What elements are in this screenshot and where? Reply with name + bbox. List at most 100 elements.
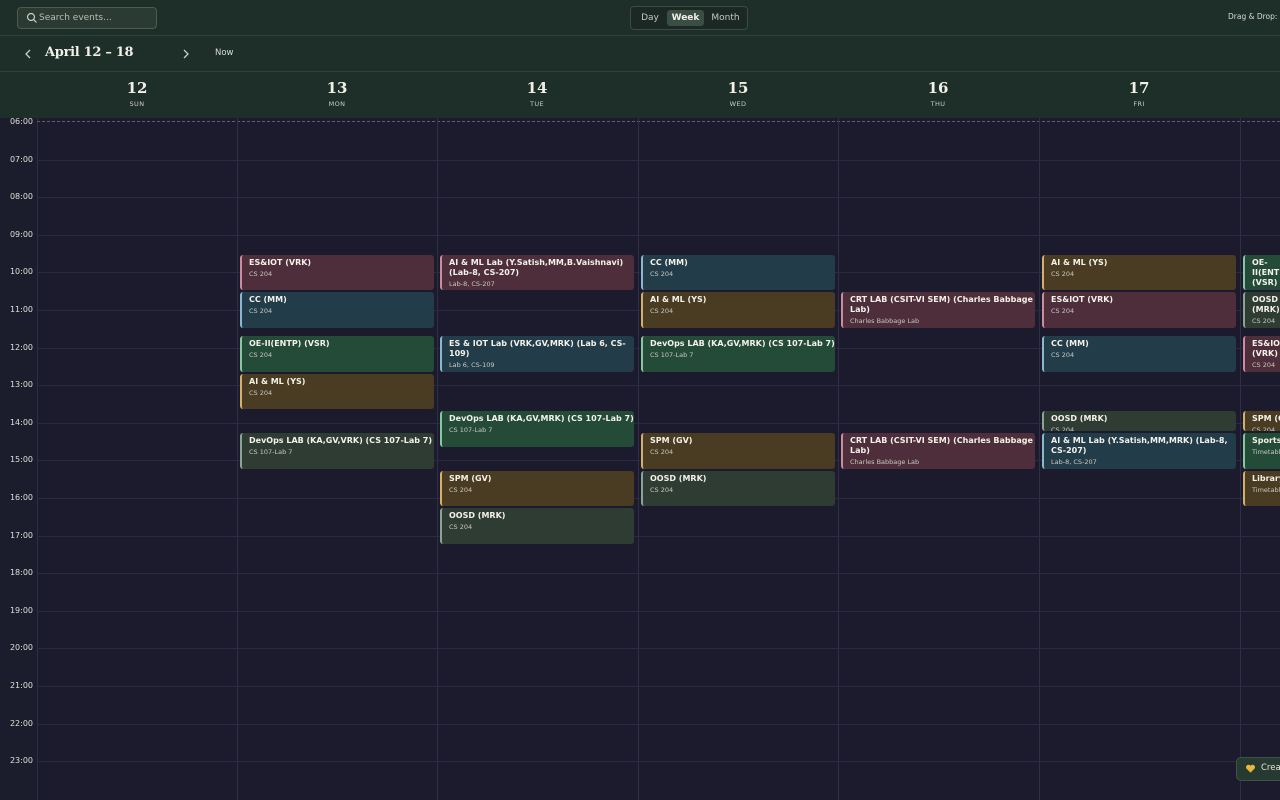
search-input[interactable]: [39, 8, 149, 28]
event-block[interactable]: OOSD (MRK) CS 204: [1042, 411, 1236, 432]
event-block[interactable]: DevOps LAB (KA,GV,MRK) (CS 107-Lab 7) CS …: [641, 336, 835, 372]
event-block[interactable]: SPM (GV) CS 204: [1243, 411, 1280, 432]
day-column-divider: [237, 118, 238, 800]
day-header[interactable]: 16 THU: [838, 72, 1038, 118]
chevron-right-icon[interactable]: [181, 48, 191, 60]
view-day-button[interactable]: Day: [635, 10, 665, 26]
event-location: CS 204: [650, 448, 674, 457]
week-grid[interactable]: 06:00 07:00 08:00 09:00 10:00 11:00 12:00 13:00…: [0, 117, 1280, 800]
view-week-button[interactable]: Week: [667, 10, 704, 26]
time-label: 08:00: [9, 192, 33, 202]
hour-gridline: [37, 648, 1280, 650]
day-header[interactable]: 13 MON: [237, 72, 437, 118]
event-block[interactable]: OE-II(ENTP) (VSR) CS 204: [1243, 254, 1280, 291]
event-block[interactable]: DevOps LAB (KA,GV,VRK) (CS 107-Lab 7) CS …: [240, 433, 434, 469]
event-location: CS 204: [650, 269, 674, 278]
event-title: DevOps LAB (KA,GV,MRK) (CS 107-Lab 7): [449, 414, 634, 424]
time-label: 09:00: [9, 229, 33, 239]
time-label: 16:00: [9, 493, 33, 502]
search-icon: [26, 12, 37, 23]
now-button[interactable]: Now: [215, 48, 234, 58]
hour-gridline: [37, 610, 1280, 612]
time-label: 23:00: [9, 756, 33, 766]
day-column-divider: [638, 118, 639, 800]
event-block[interactable]: Library Timetable: [1243, 470, 1280, 507]
event-title: CRT LAB (CSIT-VI SEM) (Charles Babbage L…: [850, 436, 1033, 456]
event-block[interactable]: AI & ML Lab (Y.Satish,MM,MRK) (Lab-8, CS…: [1042, 433, 1236, 469]
event-block[interactable]: AI & ML (YS) CS 204: [240, 373, 434, 410]
event-block[interactable]: CRT LAB (CSIT-VI SEM) (Charles Babbage L…: [841, 292, 1035, 328]
event-block[interactable]: SPM (GV) CS 204: [440, 470, 634, 507]
search-box[interactable]: [17, 7, 157, 29]
hour-gridline: [37, 723, 1280, 725]
event-title: Library: [1252, 473, 1280, 483]
event-block[interactable]: OOSD (MRK) CS 204: [1243, 292, 1280, 328]
event-location: Lab-8, CS-207: [1051, 458, 1097, 467]
event-block[interactable]: OOSD (MRK) CS 204: [641, 470, 835, 507]
drag-drop-toggle[interactable]: Drag & Drop: O: [1228, 12, 1280, 21]
day-header[interactable]: 15 WED: [638, 72, 838, 118]
event-title: AI & ML (YS): [1051, 257, 1108, 267]
day-number: 14: [526, 79, 548, 97]
day-name: FRI: [1133, 100, 1145, 108]
event-block[interactable]: CC (MM) CS 204: [641, 254, 835, 291]
event-block[interactable]: ES&IOT (VRK) CS 204: [1243, 336, 1280, 372]
event-location: CS 204: [1252, 426, 1276, 432]
time-label: 17:00: [9, 530, 33, 540]
event-block[interactable]: SPM (GV) CS 204: [641, 433, 835, 469]
event-location: CS 107-Lab 7: [650, 351, 694, 360]
hour-gridline: [37, 385, 1280, 387]
event-block[interactable]: CC (MM) CS 204: [1042, 336, 1236, 372]
event-title: SPM (GV): [650, 436, 693, 446]
event-title: AI & ML (YS): [650, 295, 707, 305]
event-block[interactable]: ES & IOT Lab (VRK,GV,MRK) (Lab 6, CS-109…: [440, 336, 634, 372]
event-location: CS 204: [1252, 290, 1280, 291]
current-time-line: [37, 121, 1280, 122]
event-block[interactable]: ES&IOT (VRK) CS 204: [1042, 292, 1236, 328]
view-month-button[interactable]: Month: [707, 10, 744, 26]
time-label: 14:00: [9, 417, 33, 427]
event-block[interactable]: AI & ML Lab (Y.Satish,MM,B.Vaishnavi) (L…: [440, 254, 634, 291]
time-label: 13:00: [9, 380, 33, 390]
top-toolbar: Day Week Month Drag & Drop: O: [0, 0, 1280, 36]
day-number: 15: [727, 79, 749, 97]
event-title: ES&IOT (VRK): [1051, 295, 1114, 305]
time-label: 12:00: [9, 342, 33, 352]
day-column-divider: [1240, 118, 1241, 800]
event-location: Timetable: [1252, 448, 1280, 457]
event-block[interactable]: CC (MM) CS 204: [240, 292, 434, 328]
event-block[interactable]: DevOps LAB (KA,GV,MRK) (CS 107-Lab 7) CS …: [440, 411, 634, 447]
event-title: AI & ML Lab (Y.Satish,MM,B.Vaishnavi) (L…: [449, 257, 624, 277]
day-number: 13: [326, 79, 348, 97]
event-block[interactable]: ES&IOT (VRK) CS 204: [240, 254, 434, 291]
event-location: CS 107-Lab 7: [449, 426, 493, 435]
event-block[interactable]: Sports Timetable: [1243, 433, 1280, 469]
day-name: TUE: [529, 100, 545, 108]
event-block[interactable]: AI & ML (YS) CS 204: [641, 292, 835, 328]
event-location: CS 204: [249, 351, 273, 360]
day-header[interactable]: 12 SUN: [37, 72, 237, 118]
event-location: CS 204: [650, 307, 674, 316]
event-location: Lab 6, CS-109: [449, 361, 495, 370]
hour-gridline: [37, 234, 1280, 236]
event-location: CS 204: [449, 523, 473, 532]
event-block[interactable]: OE-II(ENTP) (VSR) CS 204: [240, 336, 434, 372]
create-button[interactable]: Create: [1236, 757, 1280, 781]
event-location: Lab-8, CS-207: [449, 279, 495, 288]
event-block[interactable]: OOSD (MRK) CS 204: [440, 508, 634, 544]
day-column-divider: [1039, 118, 1040, 800]
event-title: OE-II(ENTP) (VSR): [1252, 257, 1280, 287]
event-title: CC (MM): [1051, 339, 1089, 349]
day-header-row: 12 SUN 13 MON 14 TUE 15 WED 16 THU 17 FRI: [0, 72, 1280, 119]
event-title: OOSD (MRK): [1051, 414, 1108, 424]
day-number: 16: [927, 79, 949, 97]
time-label: 22:00: [9, 718, 33, 728]
day-name: THU: [930, 100, 946, 108]
chevron-left-icon[interactable]: [23, 48, 33, 60]
hour-gridline: [37, 159, 1280, 161]
day-header[interactable]: 14 TUE: [437, 72, 637, 118]
day-header[interactable]: 17 FRI: [1039, 72, 1239, 118]
event-block[interactable]: CRT LAB (CSIT-VI SEM) (Charles Babbage L…: [841, 433, 1035, 469]
event-block[interactable]: AI & ML (YS) CS 204: [1042, 254, 1236, 291]
event-title: CC (MM): [650, 257, 688, 267]
